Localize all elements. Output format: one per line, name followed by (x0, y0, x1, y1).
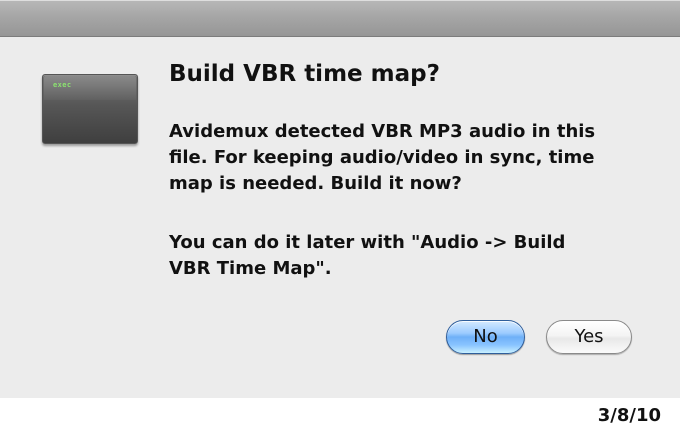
dialog-title: Build VBR time map? (169, 61, 440, 87)
dialog-message: Avidemux detected VBR MP3 audio in this … (169, 121, 596, 194)
window-titlebar[interactable] (0, 0, 680, 37)
screenshot-page: exec Build VBR time map? Avidemux detect… (0, 0, 680, 429)
exec-icon: exec (42, 74, 138, 144)
date-label: 3/8/10 (597, 405, 661, 426)
no-button[interactable]: No (446, 320, 525, 354)
exec-icon-label: exec (53, 81, 72, 89)
dialog-note: You can do it later with "Audio -> Build… (169, 232, 566, 279)
vbr-time-map-dialog: exec Build VBR time map? Avidemux detect… (0, 0, 680, 398)
yes-button[interactable]: Yes (546, 320, 632, 354)
